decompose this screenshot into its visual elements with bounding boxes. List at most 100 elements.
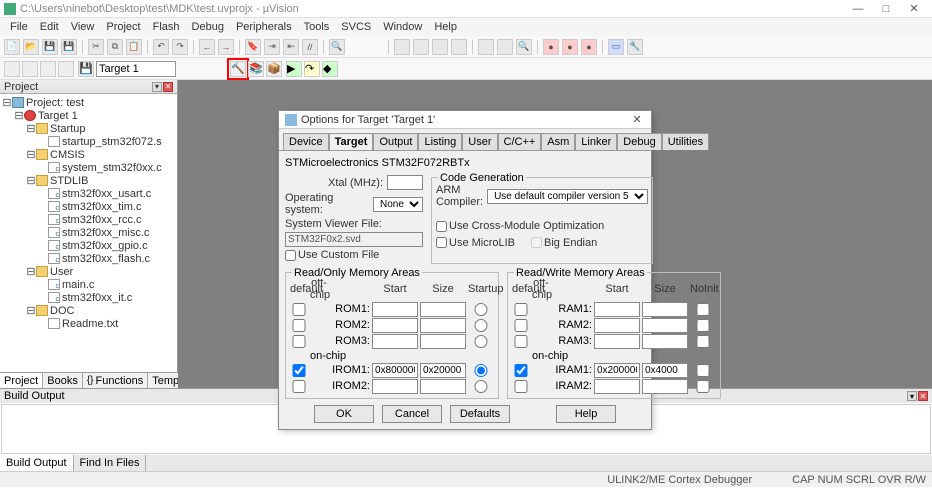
menu-peripherals[interactable]: Peripherals [230,21,298,33]
tree-node[interactable]: main.c [0,278,177,291]
mem-default-check[interactable] [512,319,530,332]
tree-node[interactable]: stm32f0xx_rcc.c [0,213,177,226]
bp3-icon[interactable]: ● [581,39,597,55]
mem-size-field[interactable] [642,379,688,394]
comment-icon[interactable]: // [302,39,318,55]
panel-close-icon[interactable]: ✕ [163,82,173,92]
batch-icon[interactable] [58,61,74,77]
tree-node[interactable]: ⊟Project: test [0,96,177,109]
dlg-tab-device[interactable]: Device [283,133,329,150]
xtal-field[interactable] [387,175,423,190]
menu-edit[interactable]: Edit [34,21,65,33]
menu-project[interactable]: Project [100,21,146,33]
tree-node[interactable]: ⊟Startup [0,122,177,135]
tree-node[interactable]: Readme.txt [0,317,177,330]
dlg-tab-listing[interactable]: Listing [418,133,462,150]
dlg-tab-output[interactable]: Output [373,133,418,150]
open-icon[interactable]: 📂 [23,39,39,55]
tab-functions[interactable]: {} Functions [83,373,148,388]
mem-size-field[interactable] [642,302,688,317]
startup-radio[interactable] [468,380,494,393]
noinit-check[interactable] [690,319,716,332]
mem-default-check[interactable] [512,364,530,377]
mem-size-field[interactable] [420,318,466,333]
dlg-tab-debug[interactable]: Debug [617,133,661,150]
cancel-button[interactable]: Cancel [382,405,442,423]
bookmark-icon[interactable]: 🔖 [245,39,261,55]
mem-size-field[interactable] [420,379,466,394]
indent-icon[interactable]: ⇥ [264,39,280,55]
mem-default-check[interactable] [290,380,308,393]
mem-size-field[interactable] [420,334,466,349]
saveall-icon[interactable]: 💾 [61,39,77,55]
mem-size-field[interactable] [642,318,688,333]
tree-node[interactable]: ⊟CMSIS [0,148,177,161]
noinit-check[interactable] [690,364,716,377]
tab-books[interactable]: Books [43,373,83,388]
menu-svcs[interactable]: SVCS [335,21,377,33]
tree-node[interactable]: stm32f0xx_gpio.c [0,239,177,252]
tree-node[interactable]: ⊟STDLIB [0,174,177,187]
tab-project[interactable]: Project [0,373,43,388]
dlg-tab-asm[interactable]: Asm [541,133,575,150]
mem-start-field[interactable] [372,379,418,394]
bo-pin-icon[interactable]: ▾ [907,391,917,401]
cross-module-check[interactable] [436,221,447,232]
dlg-tab-c/c++[interactable]: C/C++ [498,133,542,150]
new-icon[interactable]: 📄 [4,39,20,55]
menu-debug[interactable]: Debug [186,21,230,33]
mem-start-field[interactable] [594,318,640,333]
tab-build-output[interactable]: Build Output [0,455,74,471]
mem-default-check[interactable] [290,364,308,377]
mem-start-field[interactable] [372,363,418,378]
tbx6-icon[interactable] [497,39,513,55]
paste-icon[interactable]: 📋 [126,39,142,55]
redo-icon[interactable]: ↷ [172,39,188,55]
tbx3-icon[interactable] [432,39,448,55]
os-select[interactable]: None [373,197,423,212]
close-button[interactable]: ✕ [900,1,928,17]
dlg-tab-utilities[interactable]: Utilities [662,133,709,150]
mem-default-check[interactable] [290,303,308,316]
startup-radio[interactable] [468,364,494,377]
rebuild-icon[interactable] [40,61,56,77]
mem-start-field[interactable] [594,363,640,378]
mem-default-check[interactable] [512,335,530,348]
mem-start-field[interactable] [372,334,418,349]
menu-flash[interactable]: Flash [147,21,186,33]
tree-node[interactable]: ⊟Target 1 [0,109,177,122]
translate-icon[interactable] [4,61,20,77]
custom-file-check[interactable] [285,250,296,261]
help-button[interactable]: Help [556,405,616,423]
panel-pin-icon[interactable]: ▾ [152,82,162,92]
mem-start-field[interactable] [372,302,418,317]
noinit-check[interactable] [690,303,716,316]
project-tree[interactable]: ⊟Project: test⊟Target 1⊟Startup startup_… [0,94,177,372]
build-icon[interactable] [22,61,38,77]
mem-start-field[interactable] [372,318,418,333]
pack-icon[interactable]: 📦 [266,61,282,77]
startup-radio[interactable] [468,319,494,332]
breakpoint-icon[interactable]: ● [543,39,559,55]
mem-default-check[interactable] [290,335,308,348]
window-icon[interactable]: ▭ [608,39,624,55]
noinit-check[interactable] [690,380,716,393]
start-debug-icon[interactable]: ▶ [286,61,302,77]
ok-button[interactable]: OK [314,405,374,423]
microlib-check[interactable] [436,237,447,248]
tree-node[interactable]: ⊟DOC [0,304,177,317]
outdent-icon[interactable]: ⇤ [283,39,299,55]
mem-start-field[interactable] [594,302,640,317]
options-button[interactable]: 🔨 [230,61,246,77]
step-icon[interactable]: ↷ [304,61,320,77]
tree-node[interactable]: startup_stm32f072.s [0,135,177,148]
save-icon[interactable]: 💾 [42,39,58,55]
tbx2-icon[interactable] [413,39,429,55]
tree-node[interactable]: stm32f0xx_usart.c [0,187,177,200]
tree-node[interactable]: stm32f0xx_it.c [0,291,177,304]
menu-tools[interactable]: Tools [298,21,336,33]
noinit-check[interactable] [690,335,716,348]
mem-default-check[interactable] [512,380,530,393]
startup-radio[interactable] [468,335,494,348]
mem-size-field[interactable] [420,302,466,317]
